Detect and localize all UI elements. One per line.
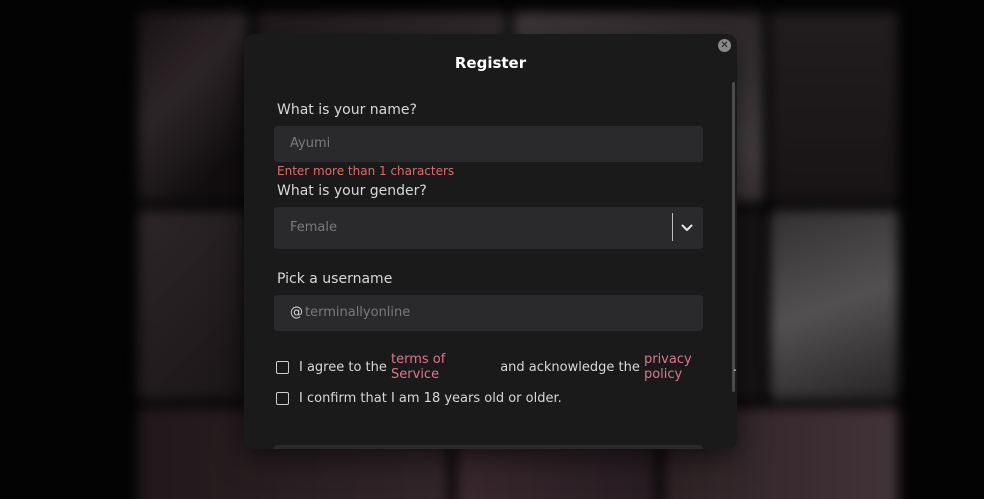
username-label: Pick a username xyxy=(277,271,393,287)
terms-of-service-link[interactable]: terms of Service xyxy=(391,352,496,382)
name-error-message: Enter more than 1 characters xyxy=(277,164,455,178)
username-input[interactable]: @ terminallyonline xyxy=(274,295,703,331)
terms-checkbox[interactable] xyxy=(276,360,289,374)
chevron-down-icon[interactable] xyxy=(679,207,695,249)
modal-title: Register xyxy=(454,54,527,72)
terms-text-after: . xyxy=(732,359,737,375)
age-confirm-text: I confirm that I am 18 years old or olde… xyxy=(299,391,562,406)
gender-label: What is your gender? xyxy=(277,183,427,199)
gender-selected-value: Female xyxy=(290,220,338,235)
age-checkbox[interactable] xyxy=(276,392,289,405)
submit-button-partial[interactable] xyxy=(274,445,703,449)
terms-text-middle: and acknowledge the xyxy=(496,359,644,375)
username-input-placeholder: terminallyonline xyxy=(305,305,411,320)
terms-row: I agree to the terms of Service and ackn… xyxy=(276,352,737,382)
name-input[interactable]: Ayumi xyxy=(274,126,703,162)
gender-select[interactable]: Female xyxy=(274,207,703,249)
register-modal: ✕ Register What is your name? Ayumi Ente… xyxy=(244,34,737,449)
modal-scrollbar[interactable] xyxy=(732,82,735,392)
select-divider xyxy=(672,213,673,241)
name-label: What is your name? xyxy=(277,102,417,118)
username-prefix: @ xyxy=(290,305,303,320)
privacy-policy-link[interactable]: privacy policy xyxy=(644,352,733,382)
name-input-placeholder: Ayumi xyxy=(290,136,331,151)
terms-text-before: I agree to the xyxy=(299,359,392,375)
close-icon[interactable]: ✕ xyxy=(718,39,731,52)
age-row: I confirm that I am 18 years old or olde… xyxy=(276,391,562,406)
